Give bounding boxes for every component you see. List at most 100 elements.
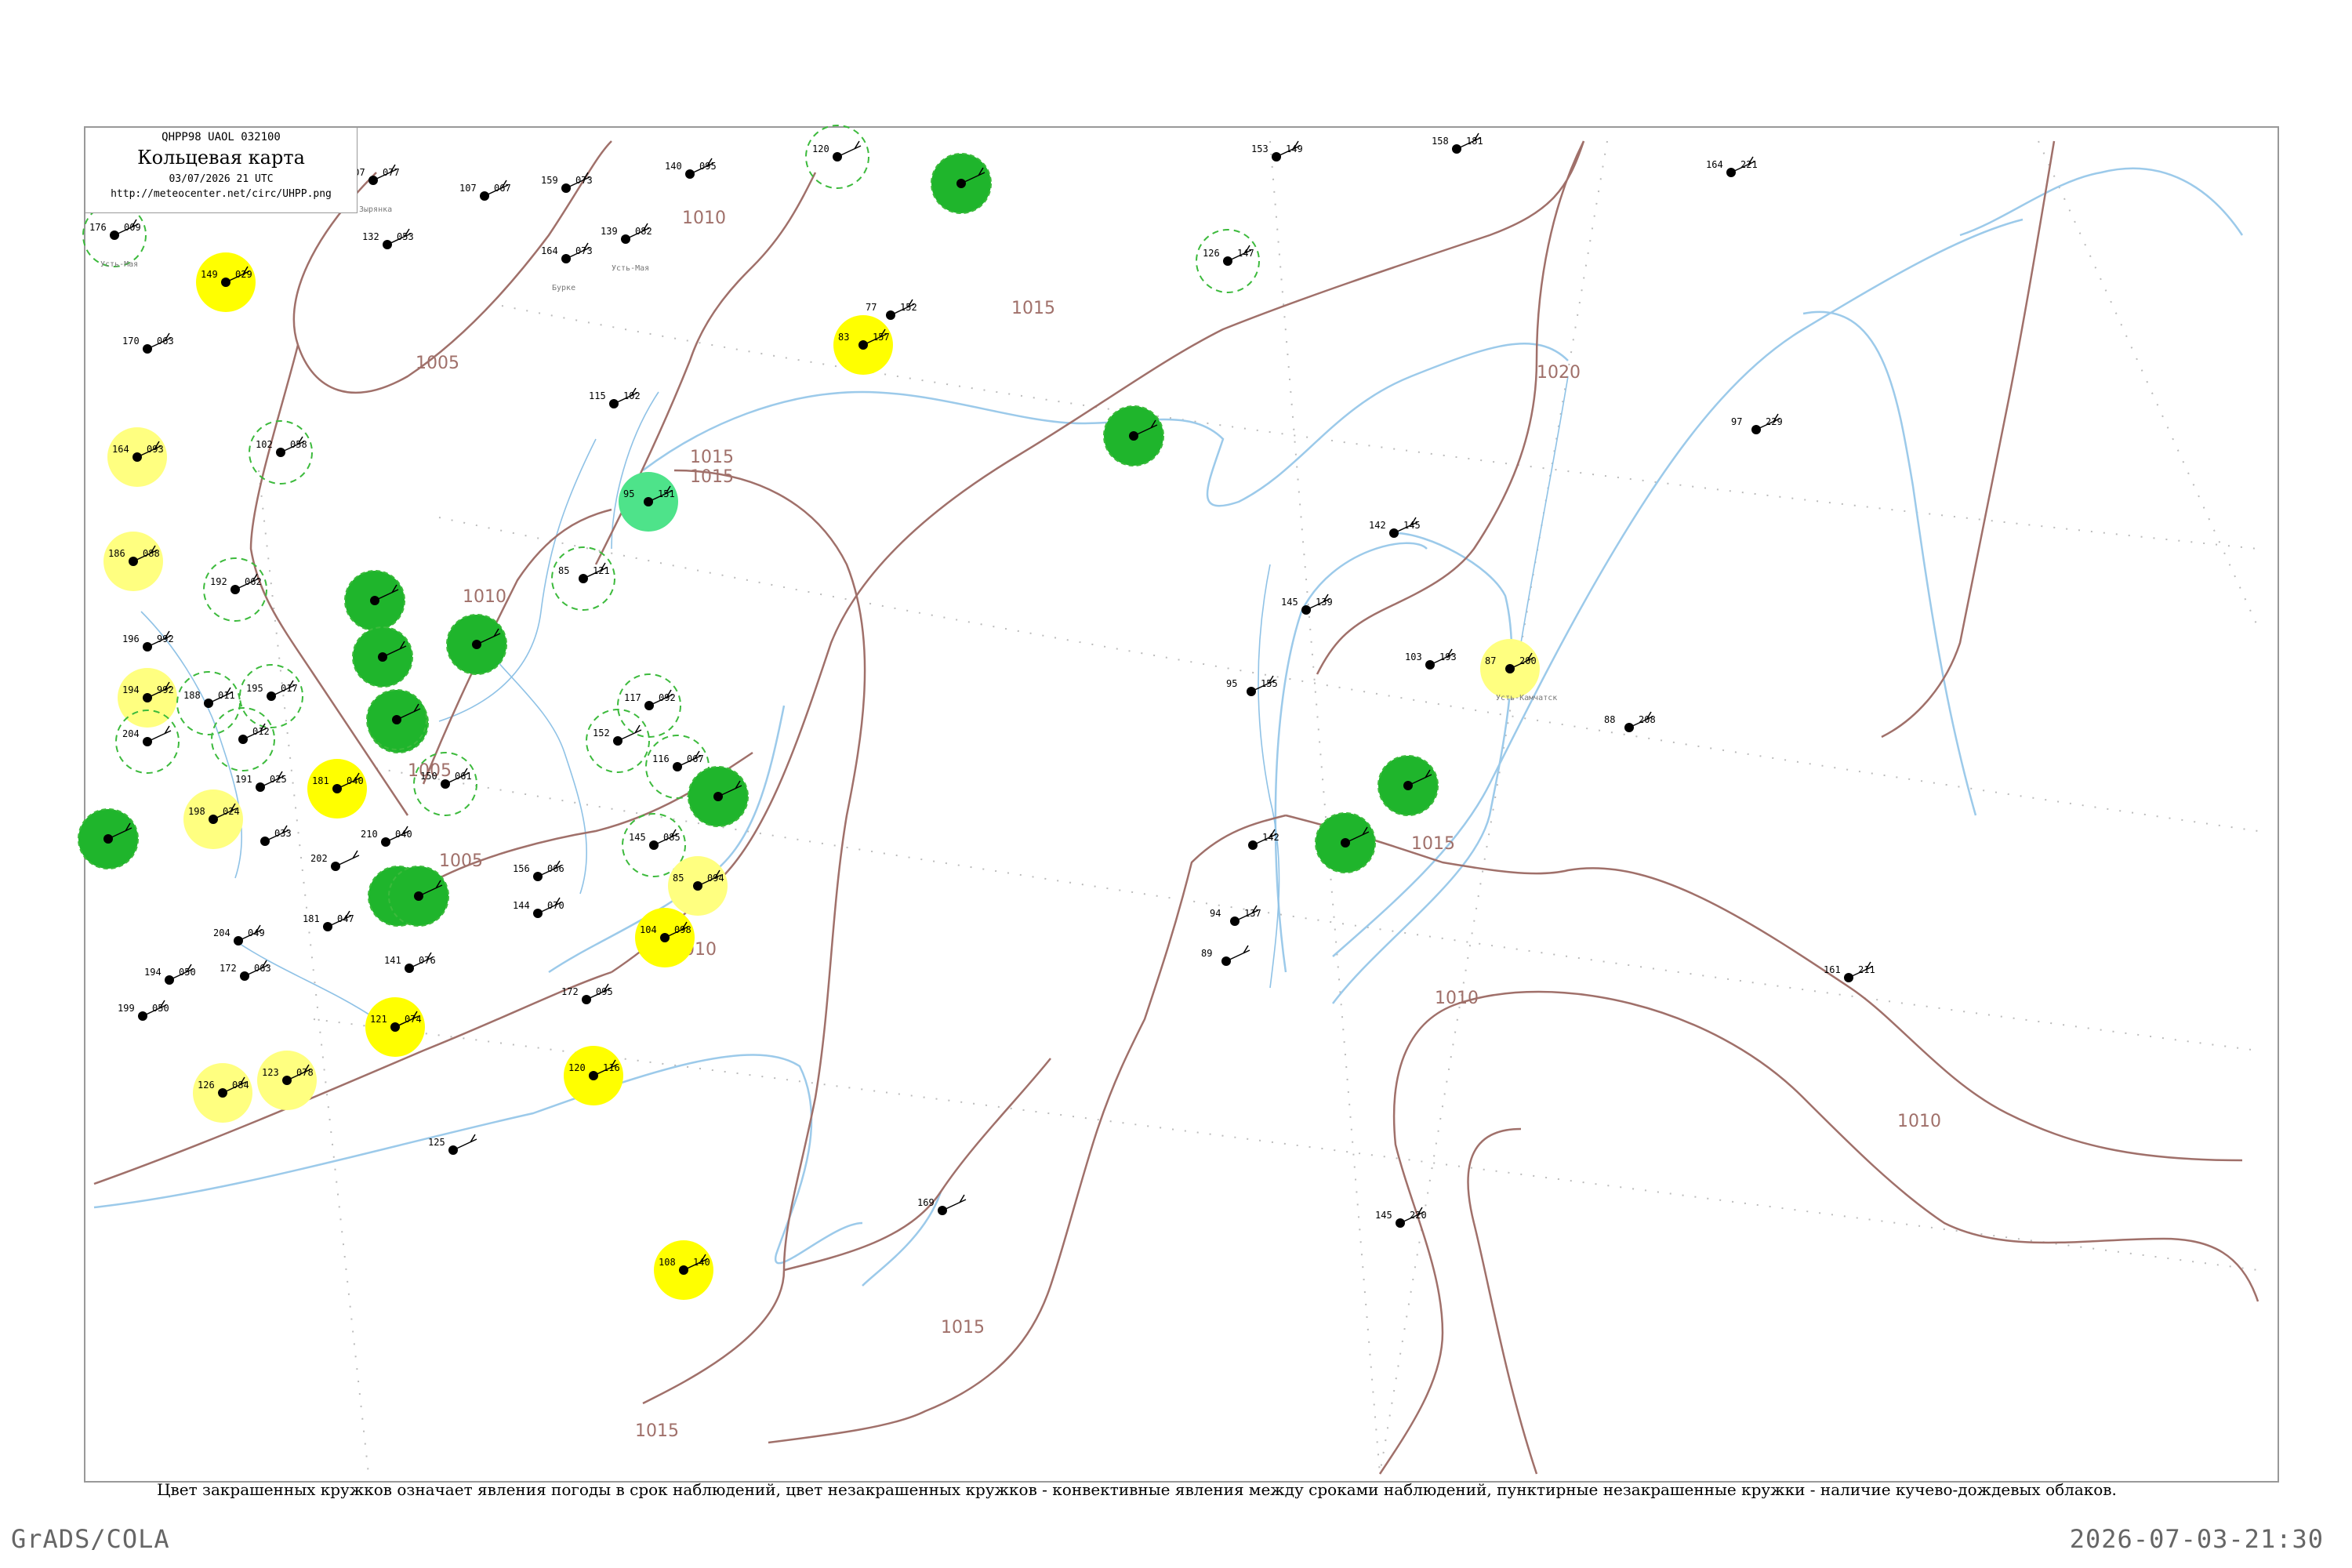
station-tendency: 033 [274,828,292,839]
station-pressure: 194 [144,967,162,978]
station-pressure: 144 [513,900,530,911]
station-pressure: 156 [513,863,530,874]
station-tendency: 151 [658,488,675,499]
station-tendency: 095 [596,986,613,997]
station-tendency: 049 [248,927,265,938]
map-header-box: QHPP98 UAOL 032100 Кольцевая карта 03/07… [85,127,358,213]
station-tendency: 058 [290,439,307,450]
isobar-1015-d [768,814,1287,1444]
station-name: Усть-Камчатск [1496,694,1557,702]
station-marker: 139 082 Усть-Мая [601,223,652,273]
station-tendency: 116 [603,1062,620,1073]
station-tendency: 145 [1403,520,1421,531]
station-tendency: 155 [1261,678,1278,689]
station-pressure: 172 [561,986,579,997]
station-pressure: 170 [122,336,140,347]
isobar-label: 1020 [1537,363,1581,383]
station-tendency: 082 [635,226,652,237]
station-marker [931,153,992,214]
station-tendency: 017 [281,683,298,694]
station-pressure: 88 [1604,714,1615,725]
station-tendency: 121 [593,565,610,576]
station-tendency: 029 [235,269,252,280]
station-pressure: 145 [1281,597,1298,608]
station-tendency: 011 [218,690,235,701]
station-marker: 104 098 [635,908,695,967]
station-pressure: 159 [541,175,558,186]
station-tendency: 211 [1858,964,1875,975]
station-pressure: 85 [558,565,569,576]
station-pressure: 196 [122,633,140,644]
station-tendency: 025 [270,774,287,785]
station-name: Усть-Мая [612,264,649,273]
station-pressure: 103 [1405,652,1422,662]
isobar-label: 1005 [416,354,459,373]
station-tendency: 070 [547,900,564,911]
isobar-label: 1015 [1411,834,1455,854]
station-marker [1315,812,1376,873]
station-pressure: 95 [623,488,634,499]
station-tendency: 137 [1244,908,1261,919]
station-pressure: 152 [593,728,610,739]
station-marker: 181 040 [307,759,367,818]
rivers [140,376,1569,1020]
isobar-label: 1015 [690,467,734,487]
isobar-1010-e [1467,1127,1538,1475]
station-marker: 164 221 [1706,156,1758,177]
station-tendency: 067 [494,183,511,194]
station-pressure: 195 [246,683,263,694]
station-marker: 149 029 [196,252,256,312]
isobar-label: 1005 [439,851,483,871]
station-name: Бурке [552,284,575,292]
station-tendency: 088 [143,548,160,559]
station-marker: 103 193 [1405,648,1457,670]
station-marker: 140 095 [665,158,717,179]
station-marker: 033 [260,825,292,846]
station-marker: 156 066 [513,860,564,881]
station-tendency: 147 [1237,248,1254,259]
station-marker: 142 [1248,829,1279,850]
isobar-label: 1010 [1897,1112,1941,1131]
station-marker: 95 151 [619,472,678,532]
station-pressure: 85 [673,873,684,884]
station-pressure: 107 [459,183,477,194]
synoptic-map: 1005100510051010101010101015101510151015… [78,125,2279,1483]
station-tendency: 220 [1410,1210,1427,1221]
station-tendency: 102 [623,390,641,401]
station-tendency: 050 [179,967,196,978]
station-tendency: 073 [575,175,593,186]
station-pressure: 145 [629,832,646,843]
station-marker [344,570,405,631]
station-pressure: 95 [1226,678,1237,689]
map-title: Кольцевая карта [137,147,305,169]
station-pressure: 145 [1375,1210,1392,1221]
station-pressure: 204 [122,728,140,739]
station-pressure: 102 [256,439,273,450]
station-tendency: 084 [232,1080,249,1091]
station-tendency: 139 [1316,597,1333,608]
station-pressure: 164 [1706,159,1723,170]
station-pressure: 192 [210,576,227,587]
isobar-1010-d [1378,990,2259,1475]
station-marker: 199 050 [118,1000,169,1021]
station-pressure: 181 [312,775,329,786]
isobar-label: 1010 [463,587,506,607]
station-pressure: 141 [384,955,401,966]
station-pressure: 83 [838,332,849,343]
station-marker: 145 220 [1375,1207,1427,1228]
station-marker: 153 149 [1251,140,1303,162]
isobar-label: 1015 [635,1421,679,1441]
station-marker: 164 073 Бурке [541,242,593,292]
station-pressure: 176 [89,222,107,233]
station-pressure: 186 [108,548,125,559]
station-tendency: 200 [1519,655,1537,666]
station-marker: 204 049 [213,924,265,946]
station-marker: 94 137 [1210,905,1261,926]
station-pressure: 139 [601,226,618,237]
station-tendency: 181 [1466,136,1483,147]
stations: 176 009 Усть-Мая 149 029 170 063 107 077 Зырянка 1… [78,125,1875,1300]
station-marker: 120 116 [564,1046,623,1105]
station-tendency: 062 [245,576,262,587]
station-tendency: 149 [1286,143,1303,154]
station-tendency: 221 [1740,159,1758,170]
